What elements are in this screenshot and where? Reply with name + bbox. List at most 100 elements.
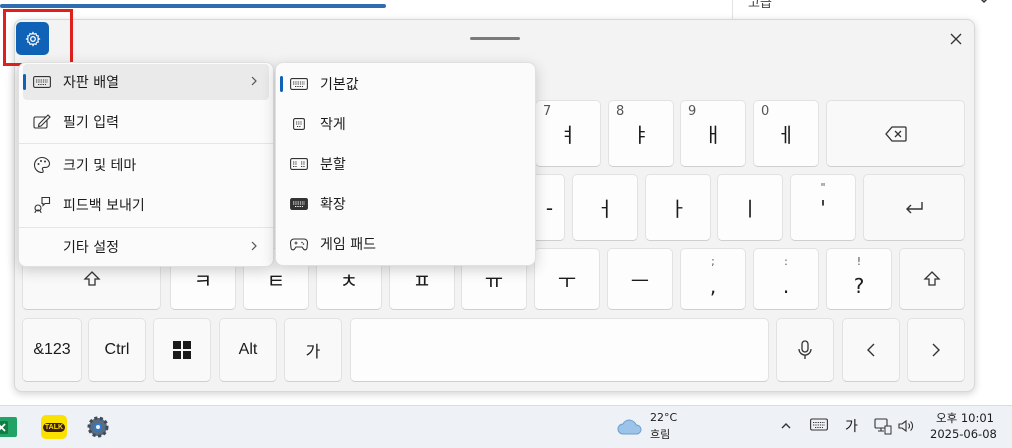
settings-app-button[interactable] [82,411,114,443]
numbers-key[interactable]: &123 [22,318,82,382]
key-label: ㅋ [193,268,213,293]
close-button[interactable] [945,28,967,50]
enter-key[interactable] [863,174,965,241]
keyboard-layout-icon [33,73,51,91]
key-ae[interactable]: 9ㅐ [680,100,746,167]
menu-item-size-theme[interactable]: 크기 및 테마 [23,147,269,183]
key-ya[interactable]: 8ㅑ [608,100,674,167]
windows-logo-icon [173,341,191,359]
submenu-item-split[interactable]: 분할 [280,146,531,182]
settings-gear-icon [87,416,109,438]
key-label: ㅕ [558,123,578,147]
menu-item-label: 기타 설정 [63,240,119,256]
key-eu[interactable]: ㅡ [607,248,673,310]
backspace-key[interactable] [826,100,965,167]
menu-item-handwriting[interactable]: 필기 입력 [23,104,269,140]
excel-app-button[interactable] [0,411,22,443]
key-a[interactable]: ㅏ [645,174,711,241]
palette-icon [33,156,51,174]
key-label: ㅑ [631,123,651,147]
microphone-key[interactable] [776,318,834,382]
key-comma[interactable]: ;, [680,248,746,310]
key-u[interactable]: ㅜ [534,248,600,310]
key-label: ㅏ [668,197,688,221]
menu-item-spacer [33,238,51,256]
weather-description: 흐림 [650,428,671,441]
gamepad-icon [290,235,308,253]
keyboard-small-icon [290,115,308,133]
key-label: ? [853,274,865,298]
key-shift-label: " [820,181,826,194]
drag-handle[interactable] [470,37,520,40]
chevron-up-icon[interactable] [780,421,792,431]
menu-item-feedback[interactable]: 피드백 보내기 [23,187,269,223]
submenu-item-extended[interactable]: 확장 [280,186,531,222]
menu-separator [19,143,273,144]
chevron-right-icon [251,241,257,251]
ctrl-key[interactable]: Ctrl [88,318,146,382]
shift-icon [923,271,941,286]
feedback-icon [33,196,51,214]
clock-date[interactable]: 2025-06-08 [930,427,997,441]
keyboard-default-icon [290,75,308,93]
key-quote[interactable]: " ' [790,174,856,241]
menu-item-label: 자판 배열 [63,75,119,91]
key-label: ㅌ [266,268,286,293]
taskbar: TALK 22°C 흐림 가 오후 10:01 2025-06-08 [0,405,1012,448]
weather-widget[interactable] [616,411,644,443]
key-label: ㅊ [339,268,359,293]
chevron-down-icon[interactable] [975,0,993,10]
key-label: ㅜ [557,268,577,293]
submenu-item-label: 확장 [320,197,346,213]
key-question[interactable]: !? [826,248,892,310]
network-icon[interactable] [874,417,892,435]
key-i[interactable]: ㅣ [717,174,783,241]
progress-line [0,4,386,8]
kakaotalk-label: TALK [42,422,66,432]
key-number-label: 8 [616,104,625,119]
microphone-icon [798,340,812,359]
close-icon [950,33,962,45]
shift-right-key[interactable] [899,248,965,310]
alt-key[interactable]: Alt [219,318,277,382]
submenu-item-label: 작게 [320,117,346,133]
arrow-right-key[interactable] [907,318,965,382]
key-e[interactable]: 0ㅔ [753,100,819,167]
clock-time[interactable]: 오후 10:01 [936,410,994,426]
touch-keyboard-icon[interactable] [810,418,828,432]
menu-item-label: 피드백 보내기 [63,198,145,214]
spacebar-key[interactable] [350,318,769,382]
volume-icon[interactable] [898,419,914,433]
key-label: ㅠ [484,268,504,293]
menu-item-label: 크기 및 테마 [63,158,137,174]
key-label: ' [820,195,826,220]
chevron-right-icon [932,343,940,357]
windows-key[interactable] [153,318,211,382]
cloud-icon [617,419,642,435]
layout-submenu: 기본값 작게 분할 확장 게임 패드 [275,62,536,266]
submenu-item-default[interactable]: 기본값 [280,66,531,102]
key-partial[interactable]: - [535,174,565,241]
arrow-left-key[interactable] [842,318,900,382]
background-corner-text: 고급 [748,0,772,11]
excel-icon [0,417,17,437]
submenu-item-small[interactable]: 작게 [280,106,531,142]
language-key[interactable]: 가 [284,318,342,382]
menu-item-layout[interactable]: 자판 배열 [23,64,269,100]
key-eo[interactable]: ㅓ [572,174,638,241]
key-number-label: 9 [688,104,697,119]
menu-separator [19,227,273,228]
key-label: ㅔ [776,123,796,147]
key-number-label: 7 [543,104,552,119]
menu-item-other-settings[interactable]: 기타 설정 [23,229,269,265]
key-period[interactable]: :. [753,248,819,310]
ime-indicator[interactable]: 가 [845,416,858,436]
key-label: Ctrl [104,341,130,358]
key-label: ㅣ [740,197,760,221]
kakaotalk-app-button[interactable]: TALK [38,411,70,443]
key-shift-label: ! [856,255,862,268]
submenu-item-gamepad[interactable]: 게임 패드 [280,226,531,262]
shift-icon [82,271,101,286]
key-yeo[interactable]: 7ㅕ [535,100,601,167]
settings-menu: 자판 배열 필기 입력 크기 및 테마 피드백 보내기 기타 설정 [18,62,274,267]
